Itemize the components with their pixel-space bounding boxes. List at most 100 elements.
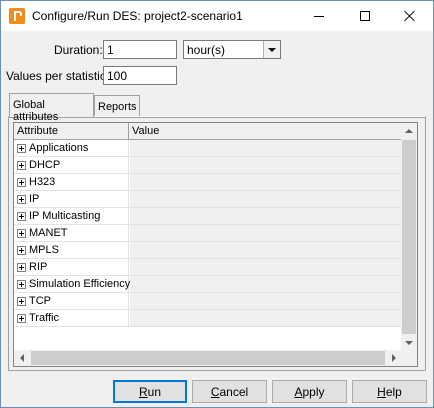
table-row[interactable]: MPLS bbox=[14, 242, 402, 259]
expand-plus-icon[interactable] bbox=[17, 296, 26, 306]
window-title: Configure/Run DES: project2-scenario1 bbox=[32, 9, 243, 23]
minimize-button[interactable] bbox=[296, 1, 342, 31]
table-row[interactable]: Traffic bbox=[14, 310, 402, 327]
expand-plus-icon[interactable] bbox=[17, 245, 26, 255]
apply-button[interactable]: Apply bbox=[272, 380, 347, 403]
attribute-cell[interactable]: DHCP bbox=[14, 157, 129, 173]
title-bar[interactable]: Configure/Run DES: project2-scenario1 bbox=[1, 1, 433, 31]
value-cell[interactable] bbox=[130, 242, 402, 258]
value-cell[interactable] bbox=[130, 191, 402, 207]
table-row[interactable]: MANET bbox=[14, 225, 402, 242]
scroll-down-button[interactable] bbox=[401, 335, 417, 351]
attributes-grid[interactable]: Attribute Value Applications DHCP H323 IP IP… bbox=[13, 122, 418, 367]
attribute-label: IP bbox=[29, 193, 40, 205]
expand-plus-icon[interactable] bbox=[17, 160, 26, 170]
value-cell[interactable] bbox=[130, 157, 402, 173]
scrollbar-corner bbox=[401, 350, 417, 366]
help-button[interactable]: Help bbox=[352, 380, 427, 403]
expand-plus-icon[interactable] bbox=[17, 211, 26, 221]
tab-global-attributes[interactable]: Global attributes bbox=[9, 93, 94, 123]
expand-plus-icon[interactable] bbox=[17, 143, 26, 153]
attribute-cell[interactable]: Simulation Efficiency bbox=[14, 276, 131, 292]
dropdown-arrow-button[interactable] bbox=[263, 41, 280, 58]
table-row[interactable]: H323 bbox=[14, 174, 402, 191]
table-row[interactable]: Applications bbox=[14, 140, 402, 157]
close-icon bbox=[404, 10, 416, 22]
attribute-label: Applications bbox=[29, 142, 89, 154]
attribute-cell[interactable]: MANET bbox=[14, 225, 129, 241]
horizontal-scrollbar[interactable] bbox=[14, 350, 402, 366]
table-row[interactable]: DHCP bbox=[14, 157, 402, 174]
scroll-up-button[interactable] bbox=[401, 123, 417, 139]
attribute-label: MANET bbox=[29, 227, 68, 239]
attribute-label: TCP bbox=[29, 295, 51, 307]
vertical-scroll-thumb[interactable] bbox=[402, 140, 416, 334]
duration-unit-value: hour(s) bbox=[187, 43, 226, 57]
run-button[interactable]: Run bbox=[113, 380, 187, 403]
table-row[interactable]: IP bbox=[14, 191, 402, 208]
expand-plus-icon[interactable] bbox=[17, 194, 26, 204]
attribute-label: Simulation Efficiency bbox=[29, 278, 131, 290]
values-per-statistic-field[interactable]: 100 bbox=[103, 66, 177, 85]
tab-label: Reports bbox=[98, 101, 137, 113]
vertical-scrollbar[interactable] bbox=[401, 123, 417, 351]
attribute-cell[interactable]: IP bbox=[14, 191, 129, 207]
chevron-up-icon bbox=[405, 129, 413, 133]
attribute-cell[interactable]: Traffic bbox=[14, 310, 129, 326]
horizontal-scroll-thumb[interactable] bbox=[31, 351, 385, 365]
apply-button-label: pply bbox=[302, 384, 325, 399]
tab-reports[interactable]: Reports bbox=[94, 95, 140, 117]
column-header-value[interactable]: Value bbox=[129, 123, 402, 140]
chevron-down-icon bbox=[405, 341, 413, 345]
attribute-cell[interactable]: H323 bbox=[14, 174, 129, 190]
attribute-label: H323 bbox=[29, 176, 56, 188]
table-row[interactable]: RIP bbox=[14, 259, 402, 276]
attribute-label: MPLS bbox=[29, 244, 59, 256]
duration-unit-select[interactable]: hour(s) bbox=[183, 40, 281, 59]
expand-plus-icon[interactable] bbox=[17, 279, 26, 289]
cancel-button-label: ancel bbox=[219, 384, 249, 399]
chevron-down-icon bbox=[268, 47, 276, 52]
run-button-mnemonic: R bbox=[138, 384, 148, 399]
attribute-cell[interactable]: MPLS bbox=[14, 242, 129, 258]
scroll-right-button[interactable] bbox=[386, 350, 402, 366]
value-cell[interactable] bbox=[130, 174, 402, 190]
attribute-label: DHCP bbox=[29, 159, 61, 171]
dialog-window: Configure/Run DES: project2-scenario1 Du… bbox=[0, 0, 434, 408]
expand-plus-icon[interactable] bbox=[17, 228, 26, 238]
expand-plus-icon[interactable] bbox=[17, 313, 26, 323]
value-cell[interactable] bbox=[130, 225, 402, 241]
apply-button-mnemonic: A bbox=[294, 384, 303, 399]
expand-plus-icon[interactable] bbox=[17, 177, 26, 187]
attribute-cell[interactable]: IP Multicasting bbox=[14, 208, 129, 224]
attribute-label: RIP bbox=[29, 261, 48, 273]
value-cell[interactable] bbox=[130, 276, 402, 292]
value-cell[interactable] bbox=[130, 259, 402, 275]
chevron-left-icon bbox=[20, 354, 24, 362]
scroll-left-button[interactable] bbox=[14, 350, 30, 366]
value-cell[interactable] bbox=[130, 140, 402, 156]
help-button-mnemonic: H bbox=[377, 384, 386, 399]
table-row[interactable]: Simulation Efficiency bbox=[14, 276, 402, 293]
attribute-cell[interactable]: TCP bbox=[14, 293, 129, 309]
attribute-cell[interactable]: RIP bbox=[14, 259, 129, 275]
values-per-statistic-label: Values per statistic: bbox=[6, 69, 110, 83]
value-cell[interactable] bbox=[130, 208, 402, 224]
attribute-cell[interactable]: Applications bbox=[14, 140, 129, 156]
table-row[interactable]: IP Multicasting bbox=[14, 208, 402, 225]
maximize-button[interactable] bbox=[342, 1, 388, 31]
duration-field[interactable]: 1 bbox=[103, 40, 177, 59]
table-row[interactable]: TCP bbox=[14, 293, 402, 310]
grid-header: Attribute Value bbox=[14, 123, 402, 140]
expand-plus-icon[interactable] bbox=[17, 262, 26, 272]
grid-body: Applications DHCP H323 IP IP Multicasting MAN… bbox=[14, 140, 402, 351]
value-cell[interactable] bbox=[130, 293, 402, 309]
close-button[interactable] bbox=[387, 1, 433, 31]
maximize-icon bbox=[360, 11, 370, 21]
attribute-label: IP Multicasting bbox=[29, 210, 101, 222]
run-button-label: un bbox=[147, 384, 162, 399]
attribute-label: Traffic bbox=[29, 312, 59, 324]
value-cell[interactable] bbox=[130, 310, 402, 326]
column-header-attribute[interactable]: Attribute bbox=[14, 123, 129, 140]
cancel-button[interactable]: Cancel bbox=[192, 380, 267, 403]
